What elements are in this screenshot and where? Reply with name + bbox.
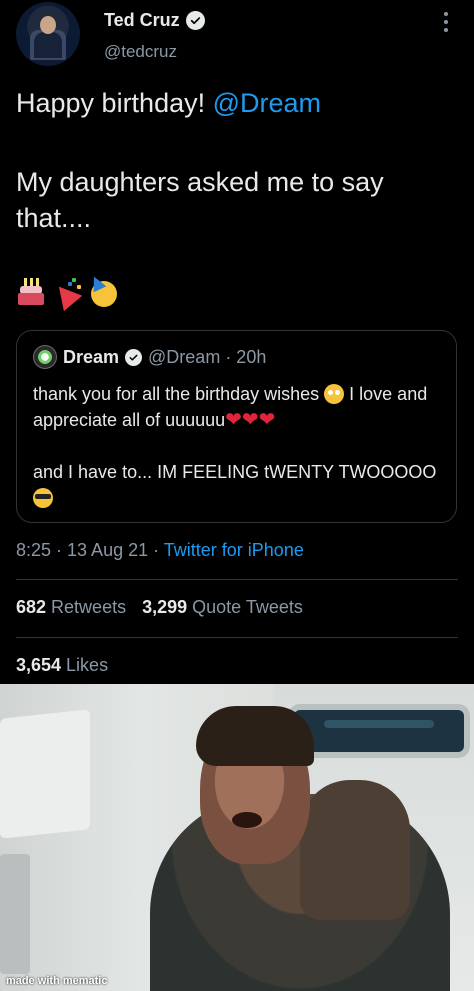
quoted-text-part1: thank you for all the birthday wishes — [33, 384, 325, 404]
verified-badge-icon — [185, 10, 205, 30]
avatar-face — [40, 16, 56, 34]
quoted-avatar[interactable] — [33, 345, 57, 369]
sunglasses-face-emoji — [33, 488, 53, 508]
likes-label: Likes — [61, 655, 109, 675]
photo-window-panel — [294, 710, 464, 752]
more-options-icon[interactable] — [442, 10, 450, 34]
photo-panel-light — [324, 720, 434, 728]
quoted-text-part3: and I have to... IM FEELING tWENTY TWOOO… — [33, 462, 437, 482]
avatar-suit — [34, 32, 62, 58]
retweets-label: Retweets — [46, 597, 127, 617]
red-hearts-emoji: ❤❤❤ — [225, 409, 276, 431]
quoted-text: thank you for all the birthday wishes I … — [33, 381, 443, 511]
author-name-row[interactable]: Ted Cruz — [104, 7, 205, 33]
author-handle[interactable]: @tedcruz — [104, 42, 177, 62]
partying-face-emoji — [87, 273, 118, 307]
quoted-meta: @Dream · 20h — [148, 346, 267, 367]
mention-link[interactable]: @Dream — [213, 88, 321, 118]
birthday-cake-emoji — [16, 276, 46, 306]
quote-tweets-label: Quote Tweets — [187, 597, 303, 617]
quote-tweets-stat[interactable]: 3,299 Quote Tweets — [142, 597, 303, 618]
quoted-verified-badge-icon — [125, 348, 143, 366]
tweet-card: Ted Cruz @tedcruz Happy birthday! @Dream… — [0, 0, 474, 684]
likes-count: 3,654 — [16, 655, 62, 675]
quoted-display-name[interactable]: Dream — [63, 347, 119, 368]
source-link[interactable]: Twitter for iPhone — [164, 540, 304, 560]
tweet-timestamp: 8:25 · 13 Aug 21 · Twitter for iPhone — [16, 540, 304, 561]
mematic-watermark: made with mematic — [6, 975, 108, 987]
author-avatar[interactable] — [16, 2, 80, 66]
meme-photo: made with mematic — [0, 684, 474, 991]
emoji-row — [16, 273, 118, 312]
author-display-name[interactable]: Ted Cruz — [104, 10, 180, 31]
tweet-text-greeting: Happy birthday! — [16, 88, 213, 118]
photo-collar — [300, 780, 410, 920]
quoted-tweet[interactable]: Dream @Dream · 20h thank you for all the… — [16, 330, 457, 523]
quote-tweets-count: 3,299 — [142, 597, 188, 617]
engagement-stats: 682 Retweets 3,299 Quote Tweets — [16, 597, 303, 618]
retweets-stat[interactable]: 682 Retweets — [16, 597, 126, 618]
photo-mouth — [232, 812, 262, 828]
retweets-count: 682 — [16, 597, 47, 617]
photo-lamp — [0, 709, 90, 839]
photo-pipe — [0, 854, 30, 974]
timestamp-text[interactable]: 8:25 · 13 Aug 21 · — [16, 540, 164, 560]
divider — [16, 579, 458, 580]
party-popper-emoji — [49, 276, 83, 312]
tweet-text-line2: My daughters asked me to say that.... — [16, 167, 384, 233]
rolling-eyes-emoji — [324, 384, 345, 404]
likes-stat[interactable]: 3,654 Likes — [16, 655, 108, 676]
tweet-text-line1: Happy birthday! @Dream — [16, 88, 321, 119]
photo-hair — [196, 706, 314, 766]
divider — [16, 637, 458, 638]
quoted-tweet-header: Dream @Dream · 20h — [33, 345, 266, 369]
